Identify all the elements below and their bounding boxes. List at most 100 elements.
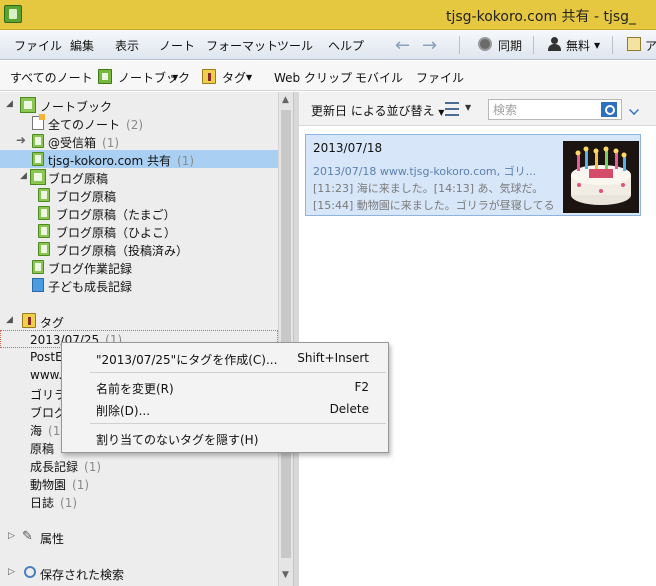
activity-icon[interactable] xyxy=(627,37,641,51)
attributes-header[interactable]: ▷ ✎ 属性 xyxy=(0,528,278,546)
sidebar-item-blog-egg[interactable]: ブログ原稿（たまご） xyxy=(0,204,278,222)
note-snippet-line: [11:23] 海に来ました。[14:13] あ、気球だ。 xyxy=(313,182,544,195)
note-count: (2) xyxy=(126,118,144,132)
evernote-app-icon[interactable] xyxy=(4,5,22,23)
search-icon[interactable] xyxy=(601,102,617,117)
menu-item-label: 割り当てのないタグを隠す(H) xyxy=(96,433,259,447)
chevron-down-icon[interactable]: ▼ xyxy=(246,73,252,82)
menu-view[interactable]: 表示 xyxy=(115,37,139,54)
tag-dropdown[interactable]: タグ xyxy=(222,69,246,86)
sidebar-item-label: ブログ原稿（たまご） xyxy=(56,208,176,222)
sync-icon[interactable] xyxy=(478,37,492,51)
chevron-down-icon[interactable] xyxy=(629,105,639,115)
menu-item-shortcut: Shift+Insert xyxy=(297,351,369,365)
tag-count: (1) xyxy=(72,478,90,492)
web-clip-button[interactable]: Web クリップ xyxy=(274,69,352,86)
back-arrow-icon[interactable]: ← xyxy=(395,35,410,56)
saved-searches-label: 保存された検索 xyxy=(40,568,125,582)
attributes-label: 属性 xyxy=(40,532,65,546)
hide-unassigned-tags-menu-item[interactable]: 割り当てのないタグを隠す(H) xyxy=(63,428,387,448)
chevron-down-icon[interactable]: ▼ xyxy=(594,41,600,50)
search-input[interactable] xyxy=(493,102,597,117)
scrollbar-thumb[interactable] xyxy=(281,110,291,558)
collapse-triangle-icon[interactable]: ◢ xyxy=(6,315,13,325)
tag-label: 原稿 xyxy=(30,442,55,456)
chevron-down-icon[interactable]: ▼ xyxy=(465,103,471,112)
collapse-triangle-icon[interactable]: ◢ xyxy=(20,171,27,181)
tags-header[interactable]: ◢ タグ xyxy=(0,312,278,330)
menu-note[interactable]: ノート xyxy=(159,37,195,54)
toolbar-separator xyxy=(459,36,460,54)
sidebar-item-label: ブログ原稿（ひよこ） xyxy=(56,226,177,240)
sidebar-item-kids[interactable]: 子ども成長記録 xyxy=(0,276,278,294)
file-button[interactable]: ファイル xyxy=(416,69,464,86)
note-list-header: 更新日 による並び替え ▼ ▼ xyxy=(299,92,656,126)
activity-label[interactable]: ア xyxy=(645,37,656,54)
search-field xyxy=(488,99,622,120)
sidebar-item-blog-posted[interactable]: ブログ原稿（投稿済み） xyxy=(0,240,278,258)
tags-header-label: タグ xyxy=(40,316,65,330)
all-notes-button[interactable]: すべてのノート xyxy=(10,69,93,86)
sidebar-item-blog-stack[interactable]: ◢ ブログ原稿 xyxy=(0,168,278,186)
menu-item-label: "2013/07/25"にタグを作成(C)... xyxy=(96,353,278,367)
scroll-down-icon[interactable]: ▼ xyxy=(282,570,289,580)
mobile-button[interactable]: モバイル xyxy=(355,69,403,86)
notebook-icon xyxy=(32,260,44,274)
sidebar-item-all-notes[interactable]: 全てのノート (2) xyxy=(0,114,278,132)
saved-searches-header[interactable]: ▷ 保存された検索 xyxy=(0,564,278,582)
menu-format[interactable]: フォーマット xyxy=(206,37,278,54)
notebook-icon xyxy=(38,224,50,238)
tag-item[interactable]: 成長記録 (1) xyxy=(0,456,278,474)
account-button[interactable]: 無料 xyxy=(566,37,590,54)
tag-label: 海 xyxy=(30,424,43,438)
menu-file[interactable]: ファイル xyxy=(14,37,62,54)
user-icon[interactable] xyxy=(548,37,561,51)
notebook-icon xyxy=(32,134,44,148)
tag-label: PostE xyxy=(30,350,63,364)
tag-context-menu: "2013/07/25"にタグを作成(C)... Shift+Insert 名前… xyxy=(61,342,389,453)
menu-edit[interactable]: 編集 xyxy=(70,37,94,54)
window-title: tjsg-kokoro.com 共有 - tjsg_ xyxy=(446,9,637,25)
menu-item-label: 名前を変更(R) xyxy=(96,382,174,396)
tag-icon xyxy=(22,313,36,328)
sidebar-item-shared[interactable]: tjsg-kokoro.com 共有 (1) xyxy=(0,150,278,168)
sidebar-item-label: 全てのノート xyxy=(48,118,121,132)
expand-triangle-icon[interactable]: ▷ xyxy=(8,531,15,541)
sidebar-item-blog-chick[interactable]: ブログ原稿（ひよこ） xyxy=(0,222,278,240)
notebook-icon xyxy=(32,152,44,166)
notebooks-header[interactable]: ◢ ノートブック xyxy=(0,96,278,114)
chevron-down-icon[interactable]: ▼ xyxy=(172,73,178,82)
collapse-triangle-icon[interactable]: ◢ xyxy=(6,99,13,109)
note-card[interactable]: 2013/07/18 2013/07/18 www.tjsg-kokoro.co… xyxy=(305,134,641,216)
notebook-icon xyxy=(98,69,112,84)
tag-item[interactable]: 動物園 (1) xyxy=(0,474,278,492)
menu-help[interactable]: ヘルプ xyxy=(328,37,364,54)
expand-triangle-icon[interactable]: ▷ xyxy=(8,567,15,577)
sidebar-item-inbox[interactable]: ➜ @受信箱 (1) xyxy=(0,132,278,150)
shared-notebook-icon xyxy=(32,278,44,292)
attributes-icon: ✎ xyxy=(22,529,33,544)
menu-tools[interactable]: ツール xyxy=(277,37,313,54)
toolbar-separator xyxy=(612,36,613,54)
delete-menu-item[interactable]: 削除(D)... Delete xyxy=(63,399,387,419)
view-options-icon[interactable] xyxy=(445,102,459,116)
sidebar-item-blog[interactable]: ブログ原稿 xyxy=(0,186,278,204)
forward-arrow-icon[interactable]: → xyxy=(422,35,437,56)
sidebar-scrollbar[interactable]: ▲ ▼ xyxy=(278,92,293,586)
notebook-dropdown[interactable]: ノートブック xyxy=(118,69,190,86)
note-count: (1) xyxy=(102,136,120,150)
tag-item[interactable]: 日誌 (1) xyxy=(0,492,278,510)
tag-count: (1) xyxy=(60,496,78,510)
sidebar-item-work-log[interactable]: ブログ作業記録 xyxy=(0,258,278,276)
sync-button[interactable]: 同期 xyxy=(498,37,522,54)
chevron-down-icon: ▼ xyxy=(438,108,445,117)
create-tag-menu-item[interactable]: "2013/07/25"にタグを作成(C)... Shift+Insert xyxy=(63,348,387,368)
sort-dropdown[interactable]: 更新日 による並び替え ▼ xyxy=(311,102,444,119)
rename-menu-item[interactable]: 名前を変更(R) F2 xyxy=(63,377,387,397)
sidebar-item-label: ブログ原稿 xyxy=(48,172,109,186)
note-snippet-line: [15:44] 動物園に来ました。ゴリラが昼寝してる... xyxy=(313,199,555,212)
sort-label: 更新日 による並び替え xyxy=(311,104,435,118)
scroll-up-icon[interactable]: ▲ xyxy=(282,95,289,105)
title-bar: tjsg-kokoro.com 共有 - tjsg_ xyxy=(0,0,656,30)
menu-separator xyxy=(90,423,386,424)
